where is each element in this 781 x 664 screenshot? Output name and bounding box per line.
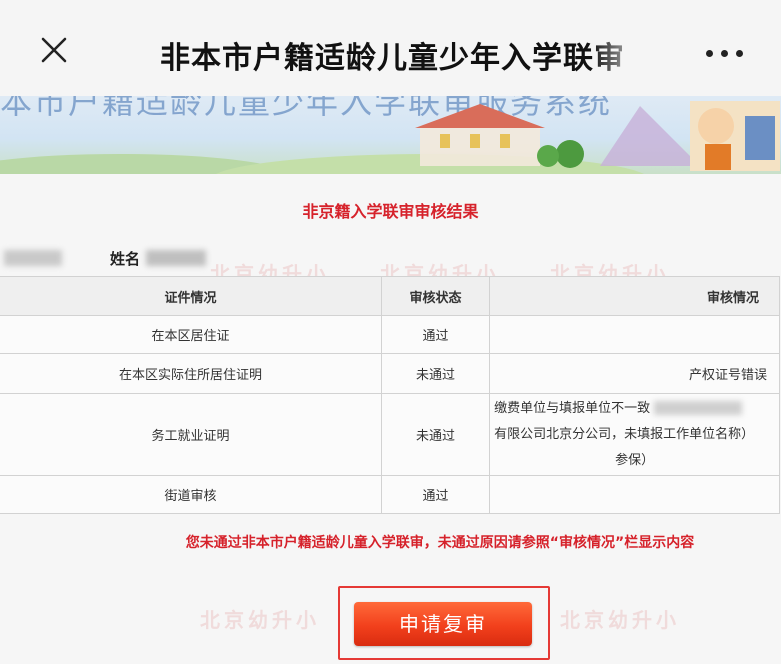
status-cell: 通过 [380,315,491,354]
system-banner: 本市户籍适龄儿童少年入学联审服务系统 [0,96,781,174]
table-header-row: 证件情况 审核状态 审核情况 [0,276,780,316]
status-cell: 通过 [380,475,491,514]
note-cell [489,475,780,514]
document-cell: 在本区居住证 [0,315,382,354]
status-cell: 未通过 [380,393,491,476]
result-content: 北京幼升小 北京幼升小 北京幼升小 北京幼升小 北京幼升小 北京幼升小 非京籍入… [0,174,781,664]
more-dots-icon[interactable] [706,44,746,64]
document-cell: 街道审核 [0,475,382,514]
note-cell: 缴费单位与填报单位不一致 有限公司北京分公司，未填报工作单位名称） 参保） [489,393,780,476]
page-title: 非本市户籍适龄儿童少年入学联审 [160,41,625,76]
request-review-button[interactable]: 申请复审 [354,602,532,646]
table-row: 街道审核 通过 [0,475,780,514]
table-row: 在本区居住证 通过 [0,315,780,354]
document-cell: 务工就业证明 [0,393,382,476]
redacted-company [654,401,743,415]
note-cell: 产权证号错误 [489,353,780,394]
nav-bar: 非本市户籍适龄儿童少年入学联审 [0,0,781,96]
audit-result-table: 证件情况 审核状态 审核情况 在本区居住证 通过 在本区实际住所居住证明 未通过… [0,276,780,514]
watermark: 北京幼升小 [200,608,320,632]
banner-illustration [0,101,780,174]
watermark: 北京幼升小 [560,608,680,632]
note-line: 有限公司北京分公司，未填报工作单位名称） [494,426,755,442]
name-label: 姓名 [110,250,141,268]
redacted-name [146,250,206,266]
redacted-id [4,250,62,266]
table-row: 务工就业证明 未通过 缴费单位与填报单位不一致 有限公司北京分公司，未填报工作单… [0,393,780,476]
column-header-status: 审核状态 [380,276,491,316]
result-title: 非京籍入学联审审核结果 [302,202,479,221]
note-line: 参保） [615,452,655,468]
table-row: 在本区实际住所居住证明 未通过 产权证号错误 [0,353,780,394]
document-cell: 在本区实际住所居住证明 [0,353,382,394]
column-header-note: 审核情况 [489,276,780,316]
note-line: 缴费单位与填报单位不一致 [494,400,651,416]
failure-notice: 您未通过非本市户籍适龄儿童入学联审，未通过原因请参照“审核情况”栏显示内容 [185,535,695,551]
column-header-document: 证件情况 [0,276,382,316]
note-cell [489,315,780,354]
status-cell: 未通过 [380,353,491,394]
close-icon[interactable] [38,34,70,66]
